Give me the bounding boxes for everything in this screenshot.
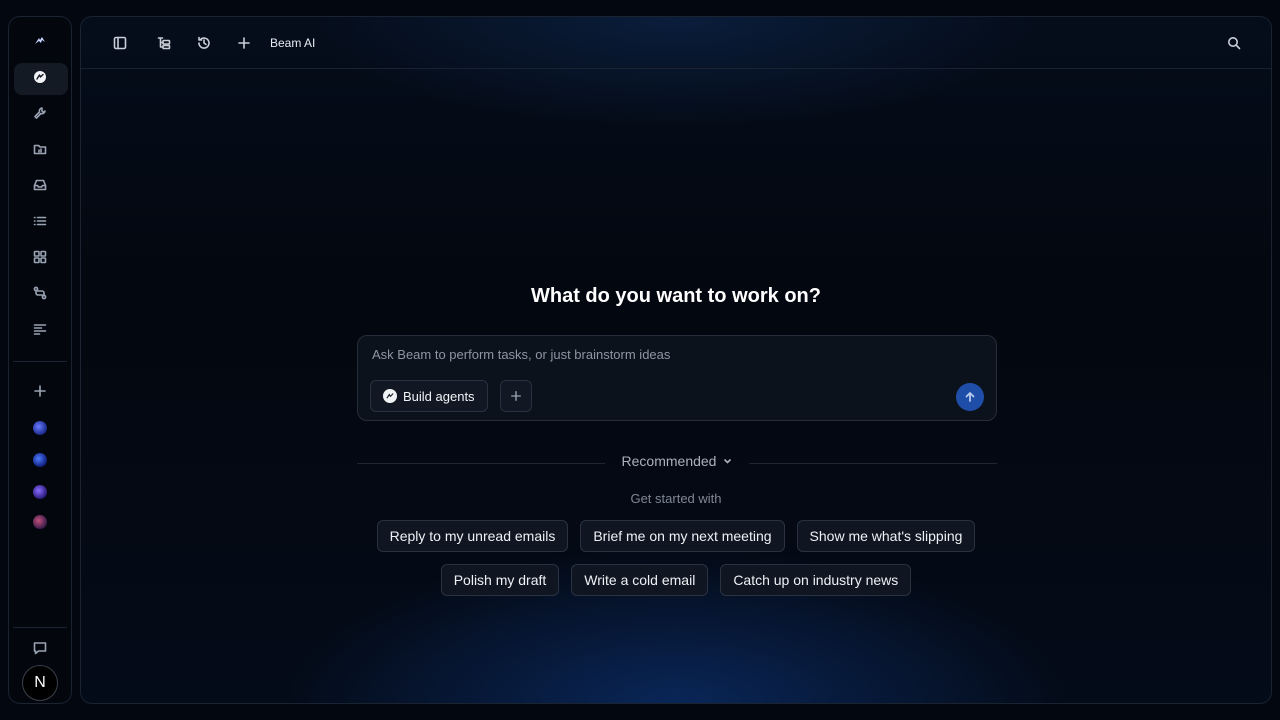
git-compare-icon[interactable] — [30, 283, 50, 303]
sidebar-toggle-icon[interactable] — [110, 33, 130, 53]
left-rail: N — [8, 16, 72, 704]
arrow-up-icon — [965, 392, 975, 402]
send-button[interactable] — [956, 383, 984, 411]
wrench-icon[interactable] — [30, 103, 50, 123]
rail-divider — [13, 627, 67, 628]
align-left-icon[interactable] — [30, 319, 50, 339]
inbox-icon[interactable] — [30, 175, 50, 195]
main-panel: Beam AI What do you want to work on? Bui… — [80, 16, 1272, 704]
add-attachment-button[interactable] — [500, 380, 532, 412]
history-icon[interactable] — [194, 33, 214, 53]
headline: What do you want to work on? — [531, 285, 821, 307]
recommended-toggle[interactable]: Recommended — [622, 453, 733, 469]
grid-icon[interactable] — [30, 247, 50, 267]
suggestion-chip[interactable]: Reply to my unread emails — [376, 520, 569, 552]
rail-divider — [13, 361, 67, 362]
suggestion-chip[interactable]: Show me what's slipping — [796, 520, 976, 552]
beam-agent-icon — [383, 389, 397, 403]
agent-avatar-icon[interactable] — [33, 421, 47, 435]
recommended-row: Recommended — [357, 453, 997, 473]
avatar-letter: N — [34, 674, 46, 691]
chat-icon[interactable] — [30, 638, 50, 658]
build-agents-button[interactable]: Build agents — [370, 380, 488, 412]
suggestion-chip[interactable]: Write a cold email — [571, 564, 709, 596]
user-avatar[interactable]: N — [22, 665, 58, 701]
search-icon[interactable] — [1224, 33, 1244, 53]
folder-icon[interactable] — [30, 139, 50, 159]
tree-structure-icon[interactable] — [154, 33, 174, 53]
page-title: Beam AI — [270, 36, 316, 50]
agent-avatar-icon[interactable] — [33, 453, 47, 467]
beam-logo-icon[interactable] — [30, 31, 50, 51]
suggestion-chip[interactable]: Brief me on my next meeting — [580, 520, 785, 552]
suggestion-row-2: Polish my draft Write a cold email Catch… — [81, 564, 1271, 596]
agent-avatar-icon[interactable] — [33, 485, 47, 499]
recommended-label: Recommended — [621, 453, 717, 469]
prompt-input[interactable] — [370, 346, 930, 363]
beam-agent-icon[interactable] — [30, 67, 50, 87]
list-icon[interactable] — [30, 211, 50, 231]
new-chat-plus-icon[interactable] — [234, 33, 254, 53]
suggestion-chip[interactable]: Polish my draft — [440, 564, 560, 596]
chevron-down-icon — [723, 458, 732, 464]
divider-line — [749, 463, 997, 464]
composer: Build agents — [357, 335, 997, 421]
suggestion-chip[interactable]: Catch up on industry news — [720, 564, 912, 596]
build-agents-label: Build agents — [403, 388, 475, 404]
suggestion-row-1: Reply to my unread emails Brief me on my… — [81, 520, 1271, 552]
agent-avatar-icon[interactable] — [33, 515, 47, 529]
top-bar: Beam AI — [81, 17, 1271, 69]
divider-line — [357, 463, 605, 464]
plus-icon[interactable] — [30, 381, 50, 401]
get-started-label: Get started with — [630, 491, 722, 506]
